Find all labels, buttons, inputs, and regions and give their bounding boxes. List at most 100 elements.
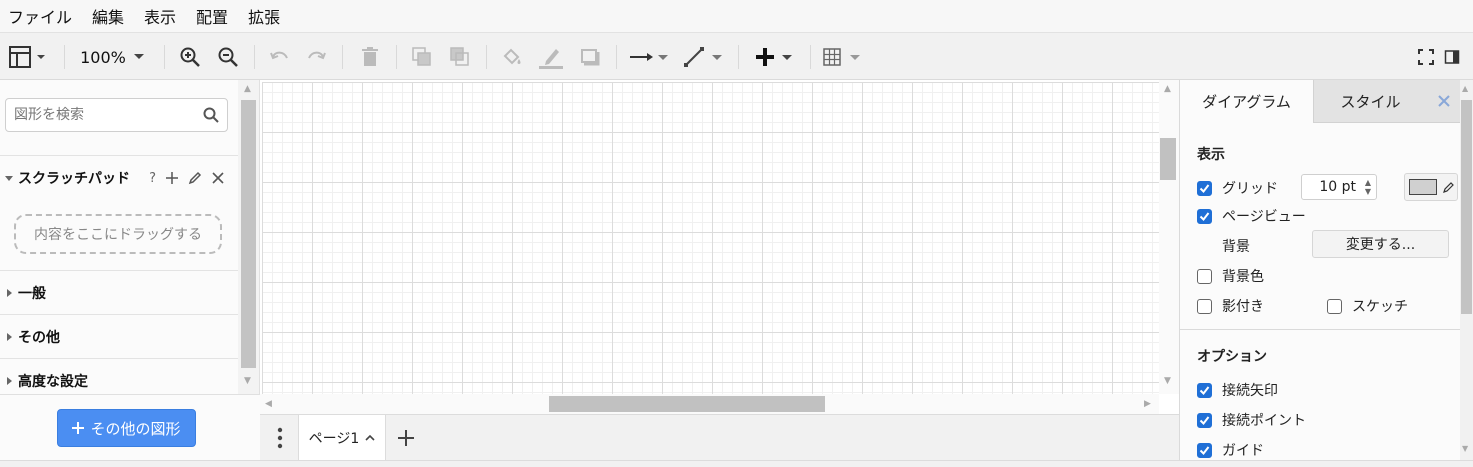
undo-button[interactable]	[266, 33, 294, 81]
table-dropdown[interactable]	[820, 33, 866, 81]
page-tab-label: ページ1	[308, 431, 360, 447]
shadow-checkbox[interactable]	[1197, 298, 1212, 314]
close-icon	[1438, 95, 1450, 107]
zoom-dropdown[interactable]: 100%	[76, 33, 152, 81]
sketch-checkbox[interactable]	[1327, 298, 1342, 314]
page-tab[interactable]: ページ1	[298, 415, 386, 461]
fill-color-icon	[503, 48, 521, 65]
shadow-row: 影付き	[1197, 296, 1264, 316]
waypoints-dropdown[interactable]	[682, 33, 726, 81]
pages-menu-button[interactable]	[268, 424, 292, 452]
to-front-button[interactable]	[408, 33, 436, 81]
chevron-down-icon	[133, 54, 144, 59]
canvas-hscroll-thumb[interactable]	[549, 396, 825, 412]
close-panel-button[interactable]	[1427, 80, 1460, 123]
help-icon[interactable]: ?	[149, 171, 156, 186]
format-panel-toggle[interactable]	[1440, 33, 1464, 81]
change-background-button[interactable]: 変更する...	[1312, 230, 1449, 258]
format-tabs: ダイアグラム スタイル	[1180, 80, 1460, 123]
options-section-title: オプション	[1197, 349, 1267, 365]
add-page-button[interactable]	[392, 424, 420, 452]
scratchpad-dropzone[interactable]: 内容をここにドラッグする	[14, 214, 222, 254]
insert-dropdown[interactable]	[750, 33, 798, 81]
scratchpad-header[interactable]: スクラッチパッド ?	[0, 155, 238, 199]
redo-button[interactable]	[302, 33, 330, 81]
fullscreen-icon	[1418, 49, 1434, 65]
status-strip	[0, 460, 1473, 467]
zoom-in-icon	[180, 47, 200, 67]
triangle-down-icon	[0, 173, 18, 183]
zoom-in-button[interactable]	[176, 33, 204, 81]
connection-arrows-row: 接続矢印	[1197, 380, 1278, 400]
grid-checkbox[interactable]	[1197, 180, 1212, 196]
zoom-out-button[interactable]	[214, 33, 242, 81]
diagram-canvas[interactable]: ▲ ▼ ◀ ▶	[260, 80, 1179, 414]
section-general[interactable]: 一般	[0, 270, 238, 314]
display-section-title: 表示	[1197, 147, 1225, 163]
shadow-button[interactable]	[576, 33, 604, 81]
fullscreen-button[interactable]	[1414, 33, 1438, 81]
bg-color-checkbox[interactable]	[1197, 268, 1212, 284]
format-panel-scrollbar[interactable]: ▲ ▼	[1460, 80, 1473, 460]
canvas-vscroll-thumb[interactable]	[1160, 138, 1176, 180]
delete-icon	[362, 47, 378, 66]
canvas-vertical-scrollbar[interactable]: ▲ ▼	[1159, 80, 1179, 394]
eyedropper-icon	[1443, 182, 1454, 193]
background-row: 背景	[1222, 236, 1250, 256]
toolbar: 100%	[0, 32, 1473, 80]
sidebar-scroll-thumb[interactable]	[241, 100, 256, 368]
guides-row: ガイド	[1197, 440, 1264, 460]
shape-search	[5, 98, 228, 132]
guides-checkbox[interactable]	[1197, 442, 1212, 458]
page-tabs-bar: ページ1	[260, 414, 1179, 461]
redo-icon	[308, 51, 326, 60]
to-front-icon	[412, 47, 431, 66]
pencil-icon[interactable]	[188, 171, 202, 185]
tab-diagram[interactable]: ダイアグラム	[1180, 80, 1313, 123]
bg-color-label: 背景色	[1222, 269, 1264, 285]
more-shapes-button[interactable]: その他の図形	[57, 409, 196, 447]
line-color-button[interactable]	[536, 33, 566, 81]
search-input[interactable]	[6, 99, 196, 131]
menu-file[interactable]: ファイル	[8, 4, 72, 28]
to-back-button[interactable]	[446, 33, 474, 81]
scratchpad-tools: ?	[149, 156, 224, 200]
sketch-label: スケッチ	[1352, 299, 1408, 315]
connection-points-checkbox[interactable]	[1197, 412, 1212, 428]
menu-edit[interactable]: 編集	[92, 4, 124, 28]
menu-extras[interactable]: 拡張	[248, 4, 280, 28]
grid-size-value: 10 pt	[1319, 179, 1356, 195]
grid-color-swatch	[1409, 179, 1437, 195]
canvas-horizontal-scrollbar[interactable]: ◀ ▶	[260, 394, 1159, 414]
connection-style-dropdown[interactable]	[628, 33, 672, 81]
scratchpad-title: スクラッチパッド	[18, 170, 130, 187]
menu-arrange[interactable]: 配置	[196, 4, 228, 28]
section-misc[interactable]: その他	[0, 314, 238, 358]
grid-color-button[interactable]	[1404, 173, 1458, 201]
canvas-grid[interactable]	[262, 82, 1159, 394]
format-panel-icon	[1444, 50, 1460, 64]
grid-row: グリッド	[1197, 178, 1278, 198]
layout-button[interactable]	[6, 33, 50, 81]
plus-icon[interactable]	[166, 172, 178, 184]
menu-view[interactable]: 表示	[144, 4, 176, 28]
page-view-checkbox[interactable]	[1197, 208, 1212, 224]
delete-button[interactable]	[356, 33, 384, 81]
tab-style[interactable]: スタイル	[1313, 80, 1427, 123]
grid-size-stepper[interactable]: ▲ ▼	[1362, 177, 1374, 197]
zoom-label: 100%	[80, 47, 126, 67]
fill-color-button[interactable]	[498, 33, 526, 81]
format-panel-scroll-thumb[interactable]	[1461, 100, 1472, 314]
connection-arrows-checkbox[interactable]	[1197, 382, 1212, 398]
undo-icon	[270, 51, 288, 60]
triangle-right-icon	[0, 288, 18, 298]
chevron-up-icon[interactable]	[365, 434, 375, 442]
more-shapes-label: その他の図形	[90, 419, 181, 438]
grid-size-input[interactable]: 10 pt ▲ ▼	[1301, 174, 1377, 200]
format-panel: ダイアグラム スタイル 表示 グリッド 10 pt ▲ ▼ ページビュー 背景 変…	[1179, 80, 1460, 460]
shadow-icon	[581, 49, 600, 66]
section-misc-label: その他	[18, 329, 60, 346]
close-icon[interactable]	[212, 172, 224, 184]
search-icon[interactable]	[203, 107, 219, 127]
sidebar-scrollbar[interactable]: ▲ ▼	[238, 80, 260, 394]
